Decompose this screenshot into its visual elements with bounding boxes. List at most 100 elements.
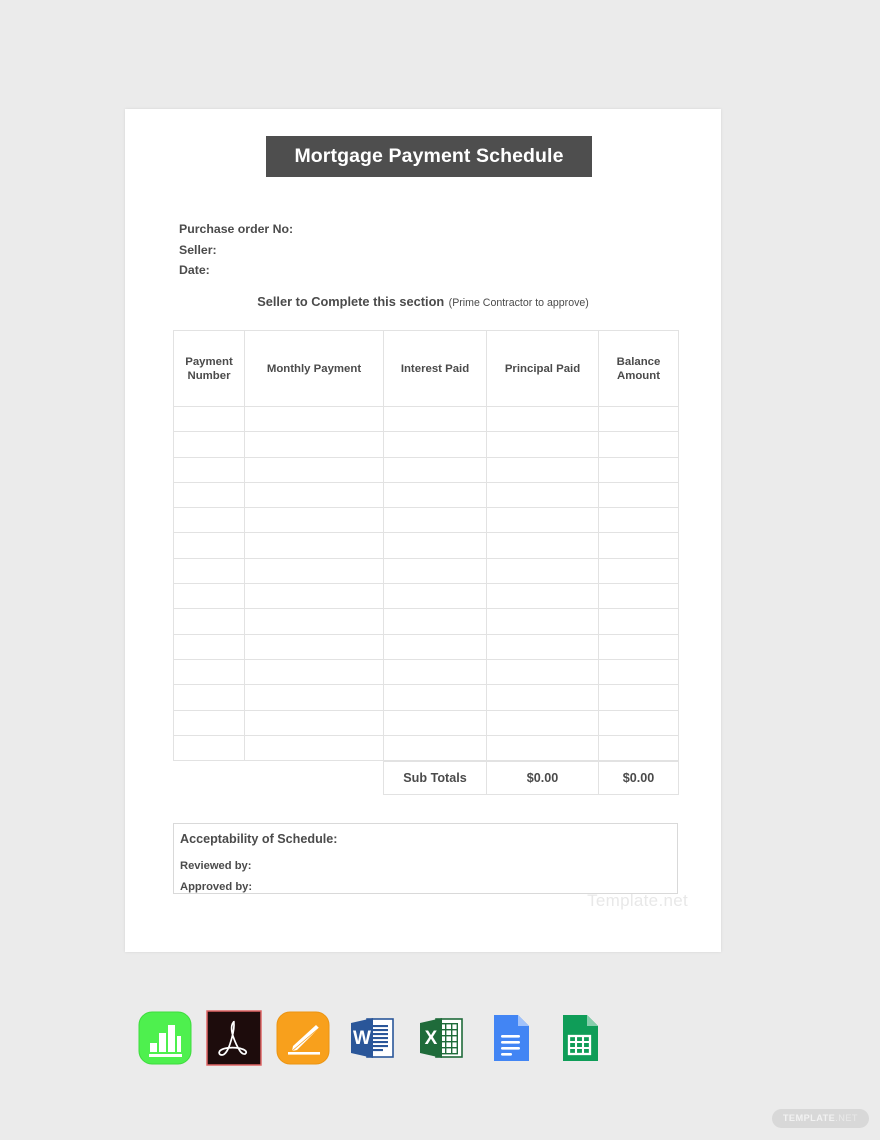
apple-numbers-icon[interactable] (136, 1009, 194, 1067)
table-cell[interactable] (598, 608, 679, 635)
document-title-bar: Mortgage Payment Schedule (266, 136, 592, 177)
table-cell[interactable] (383, 608, 487, 635)
table-cell[interactable] (173, 734, 245, 762)
table-cell[interactable] (244, 734, 384, 762)
table-cell[interactable] (486, 431, 599, 458)
table-cell[interactable] (486, 532, 599, 559)
table-cell[interactable] (383, 734, 487, 762)
acceptability-box: Acceptability of Schedule: Reviewed by: … (173, 823, 678, 894)
table-cell[interactable] (244, 456, 384, 483)
table-cell[interactable] (173, 507, 245, 534)
table-cell[interactable] (486, 709, 599, 736)
table-cell[interactable] (244, 532, 384, 559)
table-cell[interactable] (486, 684, 599, 711)
template-net-badge[interactable]: TEMPLATE.NET (771, 1109, 869, 1128)
table-cell[interactable] (383, 481, 487, 509)
table-cell[interactable] (383, 633, 487, 660)
table-row (173, 532, 679, 559)
table-cell[interactable] (383, 684, 487, 711)
table-cell[interactable] (598, 405, 679, 433)
table-cell[interactable] (486, 405, 599, 433)
column-header-interest-paid: Interest Paid (383, 330, 487, 407)
table-row (173, 456, 679, 483)
table-cell[interactable] (486, 583, 599, 610)
table-cell[interactable] (486, 456, 599, 483)
table-cell[interactable] (598, 583, 679, 610)
table-cell[interactable] (244, 608, 384, 635)
table-cell[interactable] (486, 557, 599, 585)
table-cell[interactable] (383, 709, 487, 736)
google-sheets-icon[interactable] (550, 1009, 608, 1067)
table-cell[interactable] (173, 608, 245, 635)
table-cell[interactable] (383, 658, 487, 686)
section-note-strong: Seller to Complete this section (257, 294, 445, 309)
table-cell[interactable] (383, 532, 487, 559)
table-cell[interactable] (173, 456, 245, 483)
ms-excel-icon[interactable]: X (412, 1009, 470, 1067)
table-cell[interactable] (383, 456, 487, 483)
table-header-row: Payment Number Monthly Payment Interest … (173, 330, 679, 407)
table-cell[interactable] (173, 431, 245, 458)
table-cell[interactable] (173, 583, 245, 610)
table-cell[interactable] (598, 532, 679, 559)
ms-word-icon[interactable]: W (343, 1009, 401, 1067)
table-cell[interactable] (244, 658, 384, 686)
table-cell[interactable] (173, 658, 245, 686)
table-cell[interactable] (173, 532, 245, 559)
meta-field-seller: Seller: (179, 242, 217, 257)
pdf-icon[interactable] (205, 1009, 263, 1067)
table-cell[interactable] (598, 658, 679, 686)
table-cell[interactable] (244, 633, 384, 660)
table-cell[interactable] (173, 633, 245, 660)
table-row (173, 709, 679, 736)
table-cell[interactable] (173, 684, 245, 711)
table-cell[interactable] (598, 481, 679, 509)
apple-pages-icon[interactable] (274, 1009, 332, 1067)
table-cell[interactable] (383, 431, 487, 458)
table-cell[interactable] (244, 557, 384, 585)
table-row (173, 658, 679, 686)
table-row (173, 507, 679, 534)
table-cell[interactable] (383, 583, 487, 610)
table-cell[interactable] (244, 431, 384, 458)
table-cell[interactable] (598, 431, 679, 458)
table-cell[interactable] (598, 507, 679, 534)
table-cell[interactable] (486, 658, 599, 686)
table-cell[interactable] (244, 405, 384, 433)
page-watermark: Template.net (587, 891, 688, 910)
table-cell[interactable] (173, 481, 245, 509)
table-row (173, 734, 679, 762)
table-cell[interactable] (383, 507, 487, 534)
table-cell[interactable] (486, 633, 599, 660)
sub-totals-row: Sub Totals $0.00 $0.00 (383, 761, 679, 795)
table-cell[interactable] (598, 633, 679, 660)
table-row (173, 431, 679, 458)
table-cell[interactable] (244, 684, 384, 711)
badge-prefix: TEMPLATE (782, 1113, 836, 1123)
table-cell[interactable] (486, 507, 599, 534)
table-cell[interactable] (486, 608, 599, 635)
table-cell[interactable] (598, 557, 679, 585)
section-note: Seller to Complete this section (Prime C… (125, 293, 721, 311)
table-cell[interactable] (173, 709, 245, 736)
table-cell[interactable] (486, 734, 599, 762)
table-cell[interactable] (244, 507, 384, 534)
table-cell[interactable] (173, 405, 245, 433)
table-cell[interactable] (598, 734, 679, 762)
table-cell[interactable] (244, 481, 384, 509)
table-cell[interactable] (383, 405, 487, 433)
table-cell[interactable] (244, 709, 384, 736)
table-cell[interactable] (383, 557, 487, 585)
table-cell[interactable] (598, 684, 679, 711)
page-title: Mortgage Payment Schedule (294, 145, 564, 167)
table-cell[interactable] (486, 481, 599, 509)
svg-text:X: X (425, 1028, 438, 1049)
google-docs-icon[interactable] (481, 1009, 539, 1067)
acceptability-title: Acceptability of Schedule: (180, 832, 338, 846)
table-cell[interactable] (598, 709, 679, 736)
payment-schedule-table: Payment Number Monthly Payment Interest … (173, 330, 679, 762)
table-cell[interactable] (598, 456, 679, 483)
table-cell[interactable] (173, 557, 245, 585)
table-cell[interactable] (244, 583, 384, 610)
table-row (173, 583, 679, 610)
